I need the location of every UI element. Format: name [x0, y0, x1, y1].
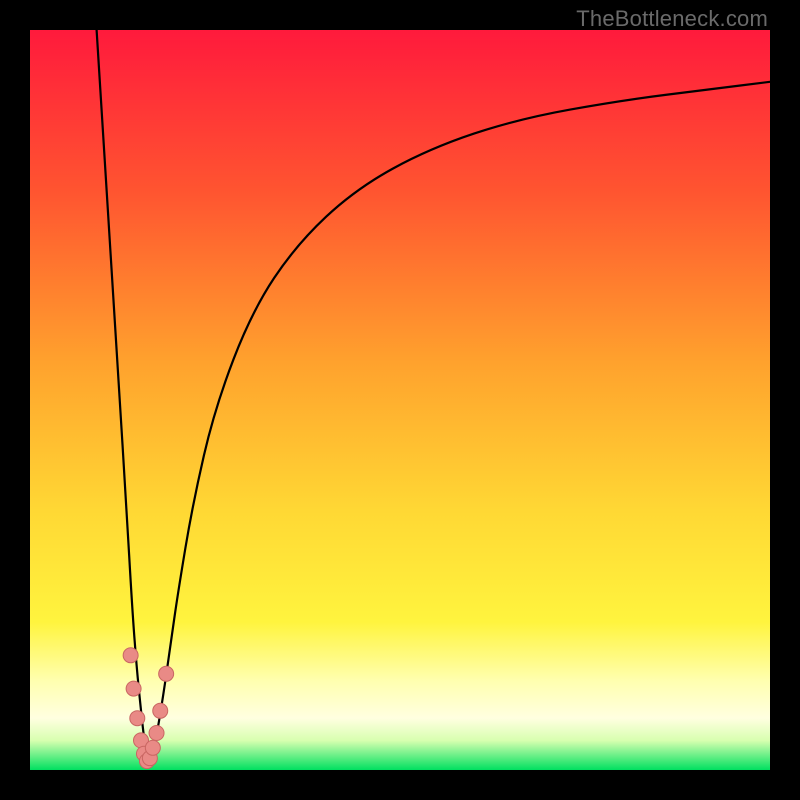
marker-dot	[123, 648, 138, 663]
marker-dot	[159, 666, 174, 681]
curve-left-branch	[97, 30, 149, 764]
marker-cluster	[123, 648, 174, 769]
curve-right-branch	[148, 82, 770, 764]
marker-dot	[153, 703, 168, 718]
chart-frame: TheBottleneck.com	[0, 0, 800, 800]
marker-dot	[130, 711, 145, 726]
marker-dot	[149, 726, 164, 741]
curve-layer	[30, 30, 770, 770]
watermark-text: TheBottleneck.com	[576, 6, 768, 32]
marker-dot	[145, 740, 160, 755]
plot-area	[30, 30, 770, 770]
marker-dot	[126, 681, 141, 696]
